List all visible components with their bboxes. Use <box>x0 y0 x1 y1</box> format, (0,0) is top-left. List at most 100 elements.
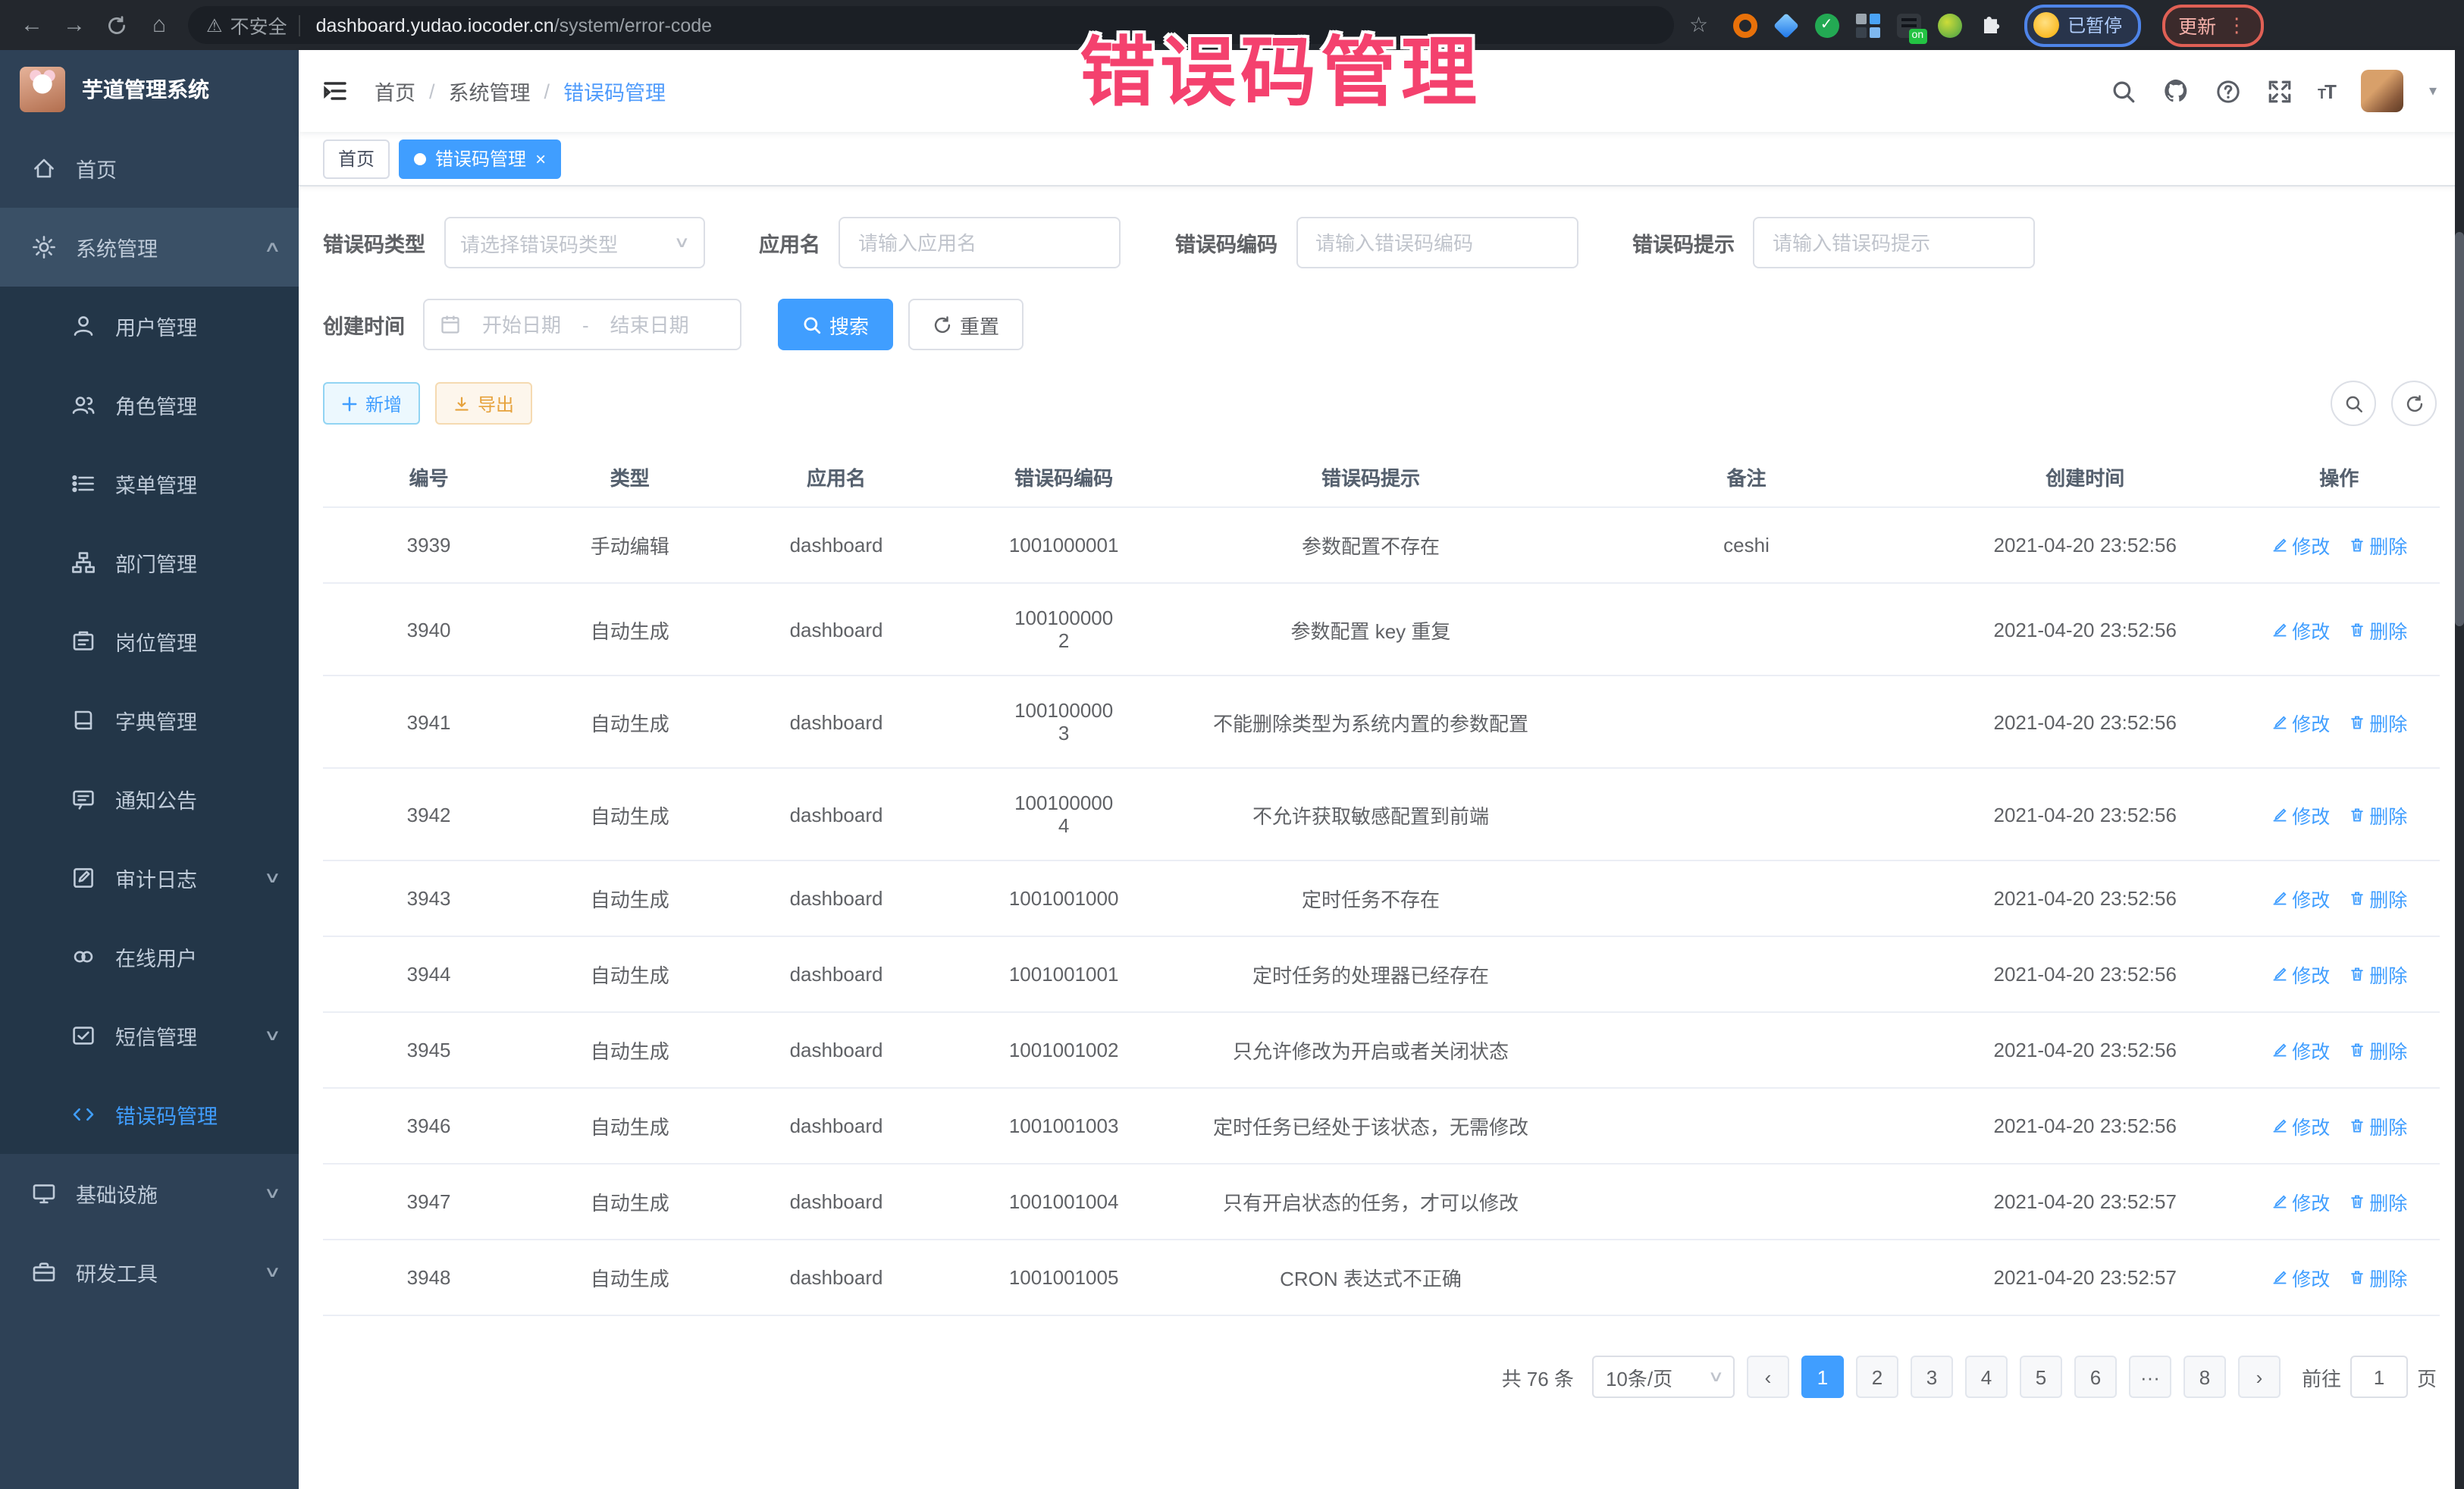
table-row[interactable]: 3948 自动生成 dashboard 1001001005 CRON 表达式不… <box>323 1240 2440 1316</box>
delete-link[interactable]: 删除 <box>2348 884 2407 913</box>
page-button[interactable]: 6 <box>2074 1356 2117 1398</box>
extension-grid-icon[interactable] <box>1855 13 1879 37</box>
extension-gem-icon[interactable] <box>1773 13 1798 37</box>
sidebar-item[interactable]: 错误码管理 <box>0 1075 299 1154</box>
date-range-picker[interactable]: - <box>423 299 741 350</box>
breadcrumb-item[interactable]: 错误码管理 <box>563 76 666 106</box>
user-menu-caret-icon[interactable]: ▾ <box>2429 83 2437 99</box>
extension-orange-icon[interactable] <box>1732 13 1757 37</box>
sidebar-item[interactable]: 短信管理 ∨ <box>0 996 299 1075</box>
edit-link[interactable]: 修改 <box>2271 1036 2330 1064</box>
sidebar-item[interactable]: 审计日志 ∨ <box>0 839 299 917</box>
reset-button[interactable]: 重置 <box>908 299 1024 350</box>
app-logo[interactable]: 芋道管理系统 <box>0 50 299 129</box>
sidebar-item[interactable]: 角色管理 <box>0 365 299 444</box>
browser-forward-icon[interactable]: → <box>55 7 94 43</box>
sidebar-item[interactable]: 研发工具 ∨ <box>0 1233 299 1312</box>
sidebar-item[interactable]: 岗位管理 <box>0 602 299 681</box>
delete-link[interactable]: 删除 <box>2348 1111 2407 1140</box>
edit-link[interactable]: 修改 <box>2271 1187 2330 1216</box>
edit-link[interactable]: 修改 <box>2271 1263 2330 1292</box>
delete-link[interactable]: 删除 <box>2348 531 2407 560</box>
delete-link[interactable]: 删除 <box>2348 1036 2407 1064</box>
extensions-puzzle-icon[interactable] <box>1978 13 2002 37</box>
next-page-button[interactable]: › <box>2238 1356 2281 1398</box>
page-button[interactable]: 8 <box>2183 1356 2226 1398</box>
sidebar-item[interactable]: 在线用户 <box>0 917 299 996</box>
breadcrumb-item[interactable]: 系统管理 <box>449 76 531 106</box>
table-row[interactable]: 3943 自动生成 dashboard 1001001000 定时任务不存在 2… <box>323 861 2440 937</box>
sidebar-item[interactable]: 字典管理 <box>0 681 299 760</box>
extension-plant-icon[interactable] <box>1937 13 1961 37</box>
sidebar-collapse-icon[interactable] <box>321 77 349 105</box>
delete-link[interactable]: 删除 <box>2348 1187 2407 1216</box>
start-date-input[interactable] <box>467 312 576 337</box>
goto-page-input[interactable] <box>2350 1356 2408 1398</box>
sidebar-item[interactable]: 基础设施 ∨ <box>0 1154 299 1233</box>
sidebar-item[interactable]: 系统管理 ∧ <box>0 208 299 287</box>
sidebar-item[interactable]: 用户管理 <box>0 287 299 365</box>
browser-back-icon[interactable]: ← <box>12 7 52 43</box>
table-row[interactable]: 3944 自动生成 dashboard 1001001001 定时任务的处理器已… <box>323 937 2440 1013</box>
window-scrollbar-thumb[interactable] <box>2455 232 2464 626</box>
close-icon[interactable]: × <box>535 149 546 168</box>
edit-link[interactable]: 修改 <box>2271 615 2330 644</box>
sidebar-item[interactable]: 通知公告 <box>0 760 299 839</box>
browser-profile-chip[interactable]: 已暂停 <box>2024 4 2140 46</box>
page-button[interactable]: 4 <box>1965 1356 2008 1398</box>
app-name-input[interactable] <box>855 230 1104 255</box>
browser-menu-icon[interactable]: ⋮ <box>2227 13 2246 37</box>
extension-green-check-icon[interactable]: ✓ <box>1814 13 1839 37</box>
search-button[interactable]: 搜索 <box>778 299 893 350</box>
edit-link[interactable]: 修改 <box>2271 1111 2330 1140</box>
page-size-select[interactable]: 10条/页 ∨ <box>1592 1356 1735 1398</box>
sidebar-item[interactable]: 部门管理 <box>0 523 299 602</box>
refresh-icon[interactable] <box>2391 381 2437 426</box>
browser-reload-icon[interactable] <box>97 7 136 43</box>
table-row[interactable]: 3947 自动生成 dashboard 1001001004 只有开启状态的任务… <box>323 1165 2440 1240</box>
help-icon[interactable] <box>2215 78 2240 104</box>
tag-tab[interactable]: 首页 <box>323 139 390 178</box>
breadcrumb-item[interactable]: 首页 <box>375 76 415 106</box>
error-type-select[interactable]: 请选择错误码类型 ∨ <box>444 217 704 268</box>
sidebar-item[interactable]: 菜单管理 <box>0 444 299 523</box>
table-row[interactable]: 3941 自动生成 dashboard 100100000 3 不能删除类型为系… <box>323 676 2440 769</box>
extension-on-icon[interactable]: on <box>1896 13 1920 37</box>
browser-update-button[interactable]: 更新 ⋮ <box>2161 4 2263 46</box>
error-code-input[interactable] <box>1312 230 1561 255</box>
table-row[interactable]: 3940 自动生成 dashboard 100100000 2 参数配置 key… <box>323 584 2440 676</box>
table-row[interactable]: 3939 手动编辑 dashboard 1001000001 参数配置不存在 c… <box>323 508 2440 584</box>
prev-page-button[interactable]: ‹ <box>1747 1356 1789 1398</box>
export-button[interactable]: 导出 <box>435 382 532 425</box>
edit-link[interactable]: 修改 <box>2271 800 2330 829</box>
table-row[interactable]: 3945 自动生成 dashboard 1001001002 只允许修改为开启或… <box>323 1013 2440 1089</box>
browser-home-icon[interactable]: ⌂ <box>140 7 179 43</box>
delete-link[interactable]: 删除 <box>2348 960 2407 989</box>
edit-link[interactable]: 修改 <box>2271 707 2330 736</box>
bookmark-star-icon[interactable]: ☆ <box>1689 12 1708 38</box>
page-button[interactable]: 2 <box>1856 1356 1898 1398</box>
toggle-search-icon[interactable] <box>2331 381 2376 426</box>
github-icon[interactable] <box>2161 77 2189 105</box>
tag-tab[interactable]: 错误码管理 × <box>399 139 561 178</box>
fullscreen-icon[interactable] <box>2266 78 2292 104</box>
edit-link[interactable]: 修改 <box>2271 960 2330 989</box>
page-button[interactable]: ··· <box>2129 1356 2171 1398</box>
edit-link[interactable]: 修改 <box>2271 884 2330 913</box>
page-button[interactable]: 3 <box>1911 1356 1953 1398</box>
table-row[interactable]: 3946 自动生成 dashboard 1001001003 定时任务已经处于该… <box>323 1089 2440 1165</box>
edit-link[interactable]: 修改 <box>2271 531 2330 560</box>
delete-link[interactable]: 删除 <box>2348 707 2407 736</box>
page-button[interactable]: 1 <box>1801 1356 1844 1398</box>
delete-link[interactable]: 删除 <box>2348 800 2407 829</box>
user-avatar[interactable] <box>2361 70 2403 112</box>
sidebar-item[interactable]: 首页 <box>0 129 299 208</box>
table-row[interactable]: 3942 自动生成 dashboard 100100000 4 不允许获取敏感配… <box>323 769 2440 861</box>
font-size-icon[interactable]: TT <box>2318 80 2335 102</box>
delete-link[interactable]: 删除 <box>2348 1263 2407 1292</box>
error-msg-input[interactable] <box>1770 230 2018 255</box>
search-icon[interactable] <box>2110 78 2136 104</box>
add-button[interactable]: 新增 <box>323 382 420 425</box>
end-date-input[interactable] <box>595 312 704 337</box>
delete-link[interactable]: 删除 <box>2348 615 2407 644</box>
